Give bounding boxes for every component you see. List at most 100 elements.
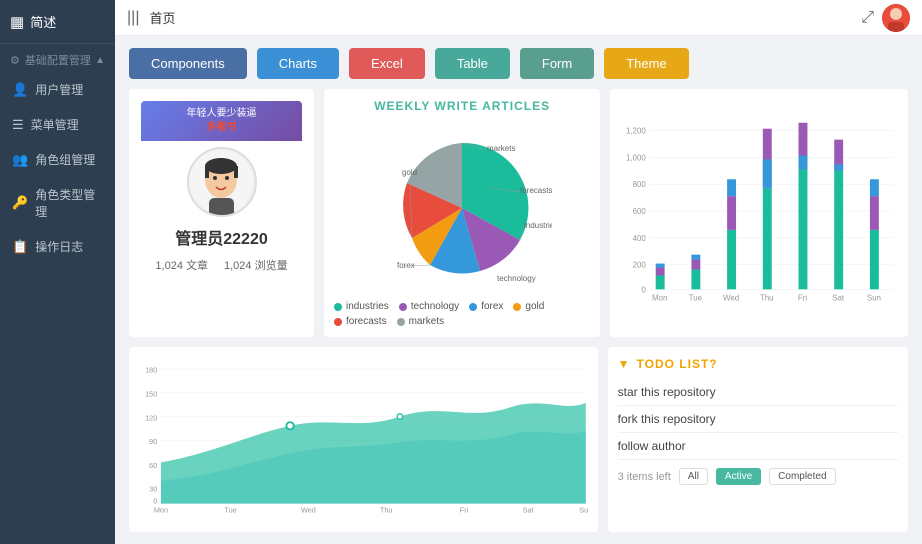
- sidebar-section-label: 基础配置管理: [25, 52, 91, 68]
- views-label: 浏览量: [255, 260, 288, 272]
- pie-chart-area: markets forecasts gold forex technology …: [334, 119, 590, 327]
- pie-svg: markets forecasts gold forex technology …: [372, 133, 552, 283]
- nav-buttons: Components Charts Excel Table Form Theme: [129, 48, 908, 79]
- components-button[interactable]: Components: [129, 48, 247, 79]
- svg-text:150: 150: [145, 389, 157, 398]
- todo-footer: 3 items left All Active Completed: [618, 468, 898, 485]
- pie-legend: industries technology forex gold: [334, 297, 590, 327]
- svg-text:0: 0: [642, 285, 647, 294]
- sidebar-item-op-log[interactable]: 📋 操作日志: [0, 229, 115, 264]
- banner-line1: 年轻人要少装逼: [149, 107, 294, 121]
- todo-item-2: fork this repository: [618, 406, 898, 433]
- breadcrumb: 首页: [149, 8, 175, 27]
- excel-button[interactable]: Excel: [349, 48, 425, 79]
- articles-label: 文章: [186, 260, 208, 272]
- svg-text:400: 400: [633, 234, 647, 243]
- sidebar-item-label: 角色组管理: [35, 151, 95, 168]
- svg-text:60: 60: [149, 461, 157, 470]
- pie-svg-wrap: markets forecasts gold forex technology …: [334, 119, 590, 297]
- legend-item-markets: markets: [397, 316, 445, 327]
- legend-label-markets: markets: [409, 316, 445, 327]
- todo-item-1: star this repository: [618, 379, 898, 406]
- sidebar-logo-text: 简述: [30, 12, 56, 31]
- svg-text:markets: markets: [487, 144, 515, 153]
- svg-text:1,200: 1,200: [626, 127, 646, 136]
- avatar: [882, 4, 910, 32]
- form-button[interactable]: Form: [520, 48, 594, 79]
- sidebar-item-role-type[interactable]: 🔑 角色类型管理: [0, 177, 115, 229]
- svg-text:Mon: Mon: [154, 506, 168, 515]
- theme-button[interactable]: Theme: [604, 48, 688, 79]
- legend-item-technology: technology: [399, 301, 459, 312]
- sidebar: ▦ 简述 ⚙ 基础配置管理 ▲ 👤 用户管理 ☰ 菜单管理 👥 角色组管理 🔑 …: [0, 0, 115, 544]
- legend-label-gold: gold: [525, 301, 544, 312]
- svg-text:Tue: Tue: [689, 293, 703, 302]
- svg-text:Fri: Fri: [798, 293, 807, 302]
- area-chart-card: 180 150 120 90 60 30 0: [129, 347, 598, 532]
- sidebar-item-menu-mgmt[interactable]: ☰ 菜单管理: [0, 107, 115, 142]
- logo-icon: ▦: [10, 13, 24, 31]
- legend-label-industries: industries: [346, 301, 389, 312]
- legend-dot-forecasts: [334, 318, 342, 326]
- profile-name: 管理员22220: [175, 225, 268, 249]
- pie-chart-title: WEEKLY WRITE ARTICLES: [334, 99, 590, 113]
- fullscreen-icon[interactable]: ⤢: [861, 9, 874, 27]
- legend-label-forex: forex: [481, 301, 503, 312]
- todo-item-text-1: star this repository: [618, 385, 716, 399]
- user-icon: 👤: [12, 82, 28, 98]
- sidebar-item-role-group[interactable]: 👥 角色组管理: [0, 142, 115, 177]
- op-log-icon: 📋: [12, 239, 28, 255]
- pie-chart-card: WEEKLY WRITE ARTICLES: [324, 89, 600, 337]
- svg-text:180: 180: [145, 366, 157, 375]
- svg-text:30: 30: [149, 485, 157, 494]
- role-group-icon: 👥: [12, 152, 28, 168]
- topbar-right: ⤢: [861, 4, 910, 32]
- table-button[interactable]: Table: [435, 48, 510, 79]
- bar-chart-svg: 1,200 1,000 800 600 400 200 0: [620, 99, 898, 327]
- legend-dot-gold: [513, 303, 521, 311]
- articles-stat: 1,024 文章: [155, 257, 208, 273]
- svg-text:Thu: Thu: [380, 506, 393, 515]
- legend-dot-technology: [399, 303, 407, 311]
- legend-dot-forex: [469, 303, 477, 311]
- legend-dot-industries: [334, 303, 342, 311]
- legend-item-forex: forex: [469, 301, 503, 312]
- todo-all-button[interactable]: All: [679, 468, 708, 485]
- topbar: ||| 首页 ⤢: [115, 0, 922, 36]
- svg-text:200: 200: [633, 261, 647, 270]
- todo-items-left: 3 items left: [618, 471, 671, 483]
- todo-card: ▼ TODO LIST? star this repository fork t…: [608, 347, 908, 532]
- legend-label-forecasts: forecasts: [346, 316, 387, 327]
- legend-item-industries: industries: [334, 301, 389, 312]
- charts-button[interactable]: Charts: [257, 48, 339, 79]
- gear-icon: ⚙: [10, 54, 20, 67]
- sidebar-item-user-mgmt[interactable]: 👤 用户管理: [0, 72, 115, 107]
- bottom-row: 180 150 120 90 60 30 0: [129, 347, 908, 532]
- banner-line2: 多看书: [149, 121, 294, 135]
- caret-icon: ▲: [95, 55, 105, 66]
- sidebar-item-label: 角色类型管理: [35, 186, 103, 220]
- sidebar-item-label: 用户管理: [35, 81, 83, 98]
- sidebar-logo: ▦ 简述: [0, 0, 115, 44]
- svg-text:forecasts: forecasts: [520, 186, 552, 195]
- sidebar-item-label: 操作日志: [35, 238, 83, 255]
- svg-text:90: 90: [149, 437, 157, 446]
- profile-card: 年轻人要少装逼 多看书: [129, 89, 314, 337]
- svg-text:Sun: Sun: [867, 293, 881, 302]
- svg-text:Mon: Mon: [652, 293, 667, 302]
- legend-dot-markets: [397, 318, 405, 326]
- role-type-icon: 🔑: [12, 195, 28, 211]
- svg-text:800: 800: [633, 180, 647, 189]
- views-stat: 1,024 浏览量: [224, 257, 288, 273]
- sidebar-toggle-button[interactable]: |||: [127, 9, 139, 27]
- svg-text:Tue: Tue: [224, 506, 236, 515]
- todo-header: ▼ TODO LIST?: [618, 357, 898, 371]
- profile-stats: 1,024 文章 1,024 浏览量: [155, 257, 287, 273]
- svg-text:technology: technology: [497, 274, 536, 283]
- svg-text:Wed: Wed: [723, 293, 739, 302]
- todo-active-button[interactable]: Active: [716, 468, 761, 485]
- todo-completed-button[interactable]: Completed: [769, 468, 835, 485]
- articles-count: 1,024: [155, 260, 183, 272]
- svg-text:Sat: Sat: [833, 293, 846, 302]
- area-chart-svg: 180 150 120 90 60 30 0: [139, 357, 588, 522]
